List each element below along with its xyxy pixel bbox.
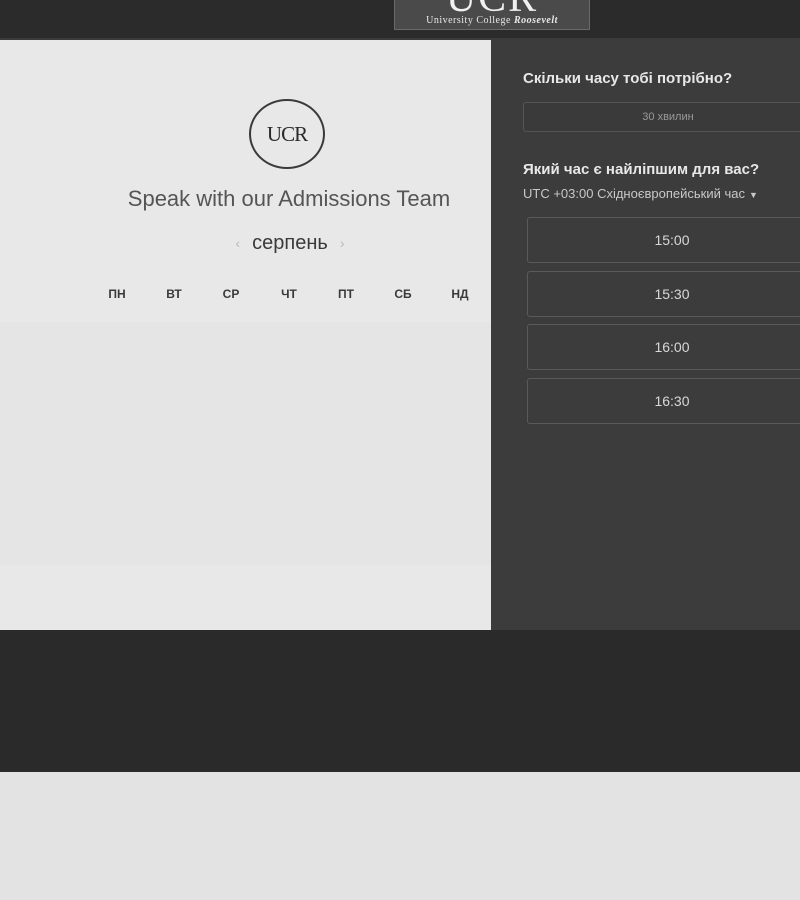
logo-subtitle: University College Roosevelt — [395, 15, 589, 26]
top-bar: UCR University College Roosevelt — [0, 0, 800, 40]
time-question: Який час є найліпшим для вас? — [523, 161, 760, 178]
time-slot[interactable]: 16:30 — [527, 378, 800, 424]
chevron-right-icon[interactable]: › — [340, 235, 345, 251]
duration-select[interactable]: 30 хвилин — [523, 102, 800, 132]
time-slot[interactable]: 15:30 — [527, 271, 800, 317]
footer-light — [0, 772, 800, 900]
weekday-fri: ПТ — [338, 287, 354, 301]
month-label: серпень — [252, 231, 328, 254]
weekday-sat: СБ — [394, 287, 412, 301]
duration-question: Скільки часу тобі потрібно? — [523, 70, 733, 87]
weekday-header: ПН ВТ СР ЧТ ПТ СБ НД — [88, 287, 488, 303]
page-title: Speak with our Admissions Team — [127, 186, 451, 211]
ucr-logo[interactable]: UCR University College Roosevelt — [394, 0, 590, 30]
footer-dark — [0, 630, 800, 772]
calendar-panel — [0, 40, 491, 630]
weekday-sun: НД — [451, 287, 469, 301]
weekday-tue: ВТ — [166, 287, 182, 301]
caret-down-icon: ▼ — [748, 190, 758, 200]
ucr-badge: UCR — [249, 99, 325, 169]
calendar-days-area — [0, 322, 491, 565]
weekday-thu: ЧТ — [281, 287, 297, 301]
logo-subtitle-name: Roosevelt — [513, 15, 558, 26]
timezone-label: UTC +03:00 Східноєвропейський час — [523, 186, 745, 201]
time-slot[interactable]: 16:00 — [527, 324, 800, 370]
month-navigator: ‹ серпень › — [200, 230, 380, 256]
weekday-wed: СР — [222, 287, 240, 301]
timezone-select[interactable]: UTC +03:00 Східноєвропейський час ▼ — [523, 186, 758, 201]
time-slot[interactable]: 15:00 — [527, 217, 800, 263]
weekday-mon: ПН — [108, 287, 126, 301]
logo-subtitle-prefix: University College — [426, 15, 511, 26]
chevron-left-icon[interactable]: ‹ — [235, 235, 240, 251]
